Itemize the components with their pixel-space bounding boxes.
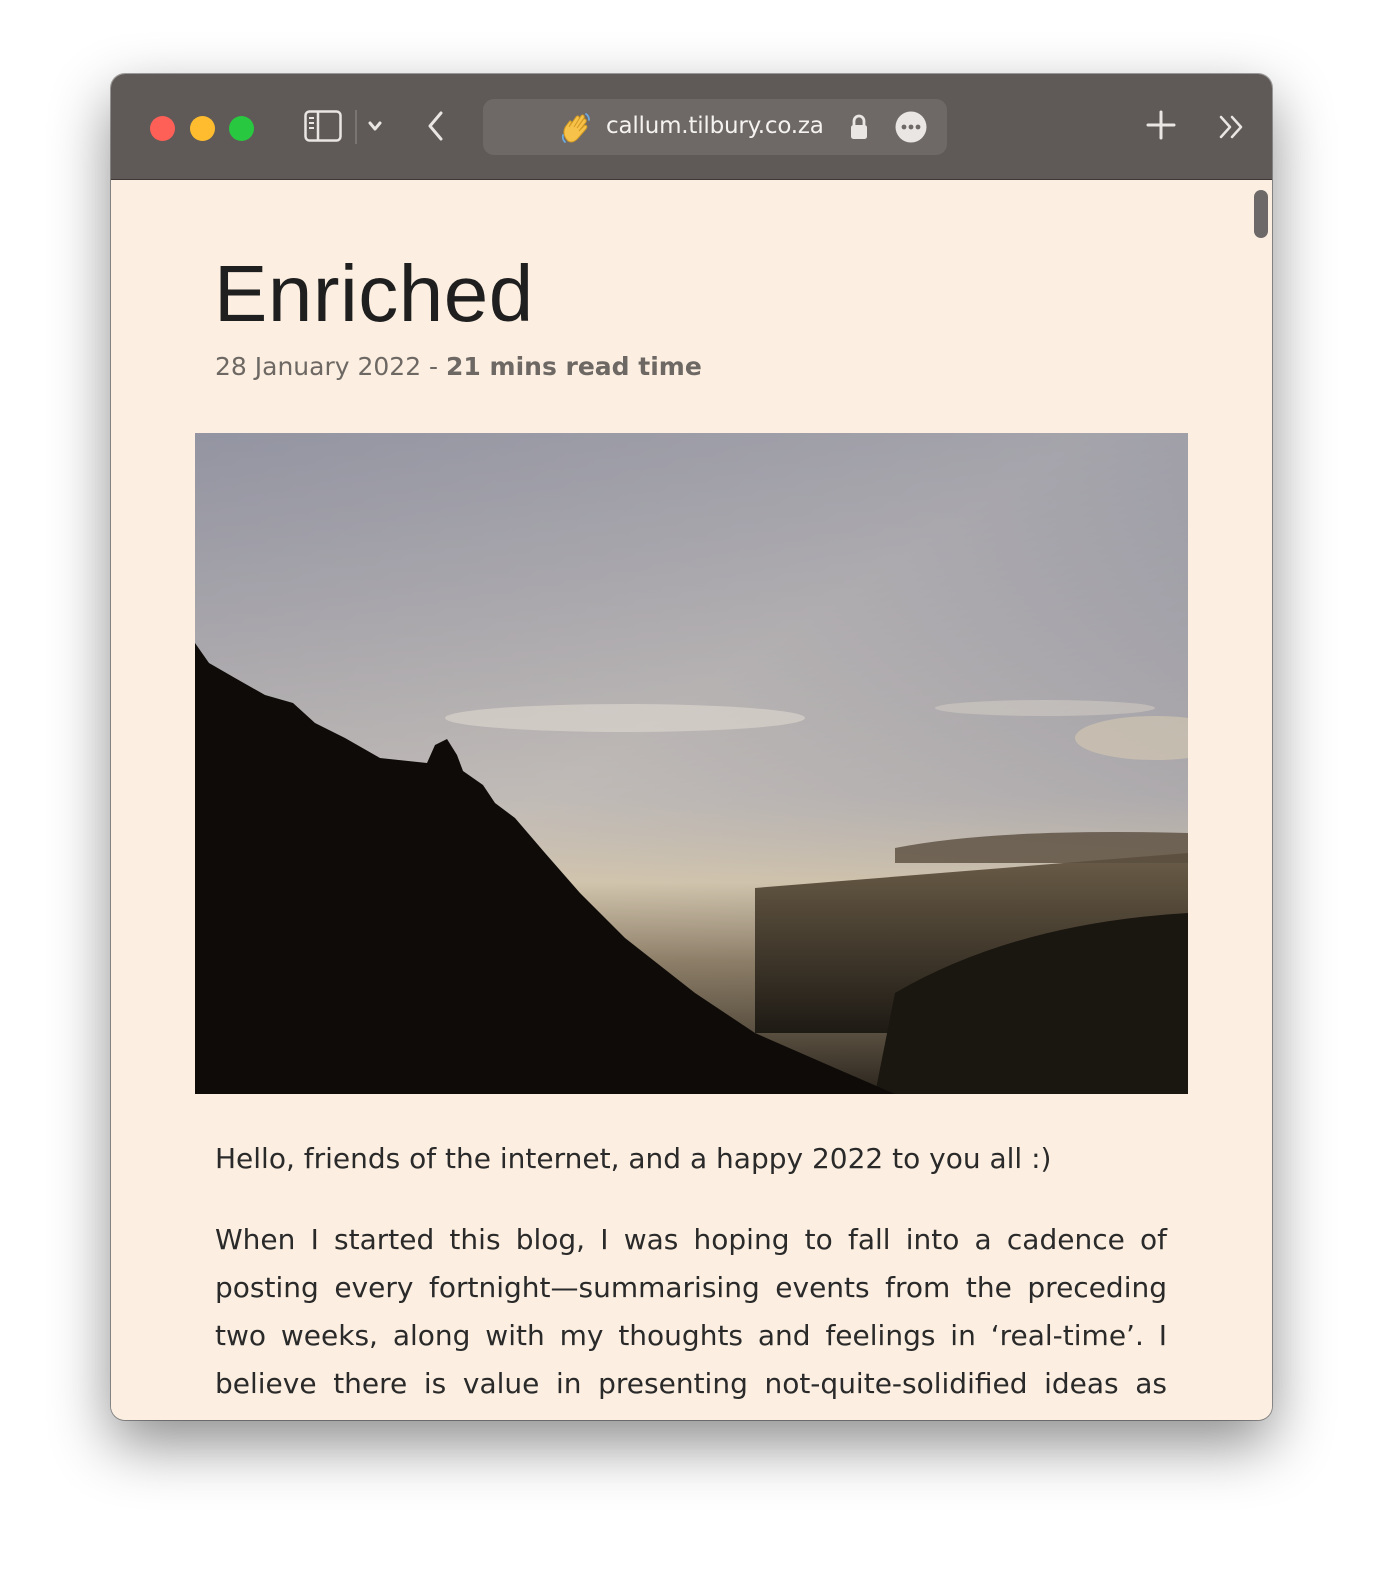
article-date: 28 January 2022 [215, 352, 422, 381]
chevron-down-icon[interactable] [365, 114, 385, 138]
read-time: 21 mins read time [446, 352, 702, 381]
page-content[interactable]: Enriched 28 January 2022 - 21 mins read … [111, 180, 1272, 1420]
zoom-button[interactable] [229, 116, 254, 141]
paragraph: Hello, friends of the internet, and a ha… [215, 1142, 1052, 1175]
plus-icon[interactable] [1146, 110, 1176, 140]
paragraph: When I started this blog, I was hoping t… [215, 1223, 1167, 1420]
lock-icon [851, 114, 867, 139]
back-icon[interactable] [423, 108, 449, 144]
sidebar-icon[interactable] [304, 110, 342, 142]
browser-window: callum.tilbury.co.za Enriched 28 January… [111, 74, 1272, 1420]
close-button[interactable] [150, 116, 175, 141]
url-text: callum.tilbury.co.za [606, 113, 824, 139]
overflow-icon[interactable] [1218, 113, 1246, 141]
waving-hand-icon [559, 111, 593, 145]
toolbar-divider [355, 110, 357, 144]
browser-toolbar: callum.tilbury.co.za [111, 74, 1272, 180]
meta-separator: - [421, 352, 447, 381]
article-title: Enriched [214, 249, 534, 338]
scrollbar[interactable] [1254, 190, 1268, 238]
more-icon[interactable] [894, 110, 928, 144]
minimize-button[interactable] [190, 116, 215, 141]
article-meta: 28 January 2022 - 21 mins read time [215, 352, 702, 381]
hero-image [195, 433, 1188, 1094]
address-bar[interactable]: callum.tilbury.co.za [483, 99, 947, 155]
